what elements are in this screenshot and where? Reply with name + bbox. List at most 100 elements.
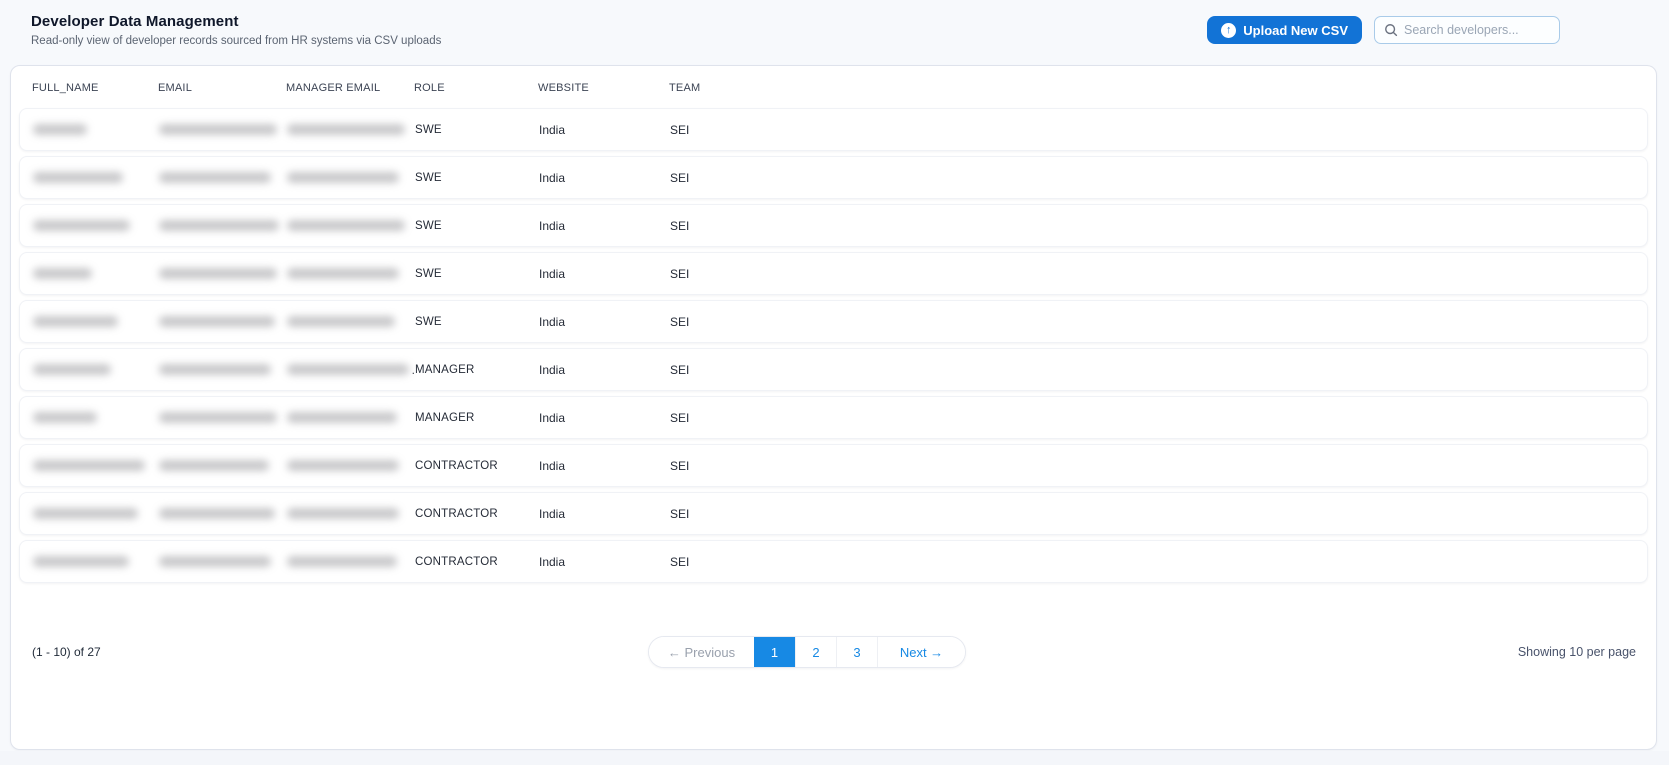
cell-full-name [33, 124, 159, 135]
redacted-email [159, 316, 275, 327]
cell-website: India [539, 314, 566, 329]
cell-email [159, 316, 287, 327]
cell-website: India [539, 170, 566, 185]
pager: ← Previous 1 2 3 Next → [648, 636, 966, 668]
redacted-email [159, 412, 277, 423]
redacted-email [159, 124, 277, 135]
page-number-button[interactable]: 1 [754, 637, 795, 667]
cell-email [159, 268, 287, 279]
cell-full-name [33, 460, 159, 471]
cell-role: MANAGER [415, 411, 475, 424]
cell-manager-email [287, 412, 415, 423]
page-subtitle: Read-only view of developer records sour… [31, 35, 442, 47]
cell-manager-email [287, 460, 415, 471]
cell-website: India [539, 554, 566, 569]
cell-email [159, 460, 287, 471]
page-number-button[interactable]: 2 [795, 637, 836, 667]
cell-website: India [539, 266, 566, 281]
search-box[interactable] [1374, 16, 1560, 44]
cell-full-name [33, 220, 159, 231]
cell-team: SEI [670, 266, 690, 281]
redacted-full-name [33, 172, 123, 183]
table-row: SWE India SEI [19, 204, 1648, 247]
table-row: SWE India SEI [19, 156, 1648, 199]
cell-team: SEI [670, 170, 690, 185]
redacted-email [159, 556, 271, 567]
cell-role: SWE [415, 219, 442, 232]
table-row: CONTRACTOR India SEI [19, 444, 1648, 487]
page-number-button[interactable]: 3 [836, 637, 877, 667]
cell-manager-email [287, 220, 415, 231]
cell-manager-email [287, 172, 415, 183]
cell-email [159, 412, 287, 423]
cell-team: SEI [670, 554, 690, 569]
page-header: Developer Data Management Read-only view… [31, 13, 1560, 47]
redacted-email [159, 508, 275, 519]
cell-website: India [539, 410, 566, 425]
redacted-email [159, 220, 279, 231]
table-row: CONTRACTOR India SEI [19, 540, 1648, 583]
cell-manager-email [287, 268, 415, 279]
redacted-full-name [33, 124, 87, 135]
cell-website: India [539, 506, 566, 521]
cell-full-name [33, 412, 159, 423]
redacted-email [159, 268, 277, 279]
table-row: SWE India SEI [19, 108, 1648, 151]
table-body: SWE India SEI SWE India SEI SWE India SE… [11, 108, 1656, 583]
redacted-full-name [33, 508, 138, 519]
cell-full-name [33, 316, 159, 327]
cell-team: SEI [670, 314, 690, 329]
redacted-manager-email [287, 172, 399, 183]
cell-manager-email [287, 508, 415, 519]
page-bottom-strip [0, 751, 1669, 765]
column-header: TEAM [669, 82, 701, 94]
upload-new-csv-button[interactable]: ↑ Upload New CSV [1207, 16, 1362, 44]
previous-page-button[interactable]: ← Previous [649, 637, 754, 667]
redacted-manager-email [287, 124, 405, 135]
cell-email [159, 364, 287, 375]
search-input[interactable] [1404, 23, 1550, 37]
redacted-manager-email [287, 316, 395, 327]
cell-full-name [33, 268, 159, 279]
cell-manager-email [287, 124, 415, 135]
redacted-manager-email [287, 508, 399, 519]
cell-full-name [33, 556, 159, 567]
cell-role: SWE [415, 315, 442, 328]
redacted-email [159, 460, 269, 471]
redacted-manager-email [287, 364, 409, 375]
cell-role: SWE [415, 123, 442, 136]
upload-icon: ↑ [1221, 22, 1237, 38]
redacted-manager-email [287, 220, 405, 231]
cell-full-name [33, 508, 159, 519]
table-row: SWE India SEI [19, 252, 1648, 295]
table-header-row: FULL_NAME EMAIL MANAGER EMAIL ROLE WEBSI… [11, 68, 1656, 108]
cell-email [159, 220, 287, 231]
cell-team: SEI [670, 506, 690, 521]
upload-button-label: Upload New CSV [1243, 22, 1348, 38]
cell-email [159, 556, 287, 567]
table-row: CONTRACTOR India SEI [19, 492, 1648, 535]
redacted-manager-email [287, 460, 399, 471]
redacted-manager-email [287, 268, 399, 279]
cell-website: India [539, 362, 566, 377]
page-title: Developer Data Management [31, 13, 239, 30]
search-icon [1385, 24, 1398, 37]
cell-role: CONTRACTOR [415, 507, 498, 520]
result-range-label: (1 - 10) of 27 [32, 645, 101, 659]
table-row: SWE India SEI [19, 300, 1648, 343]
cell-team: SEI [670, 122, 690, 137]
cell-manager-email [287, 556, 415, 567]
page-buttons: 1 2 3 [754, 637, 877, 667]
cell-role: SWE [415, 171, 442, 184]
next-page-button[interactable]: Next → [877, 637, 965, 667]
column-header: MANAGER EMAIL [286, 82, 381, 94]
cell-email [159, 508, 287, 519]
cell-email [159, 124, 287, 135]
cell-team: SEI [670, 410, 690, 425]
redacted-full-name [33, 364, 111, 375]
column-header: FULL_NAME [32, 82, 99, 94]
developers-table-card: FULL_NAME EMAIL MANAGER EMAIL ROLE WEBSI… [10, 65, 1657, 750]
redacted-full-name [33, 220, 130, 231]
redacted-manager-email [287, 412, 397, 423]
cell-role: SWE [415, 267, 442, 280]
